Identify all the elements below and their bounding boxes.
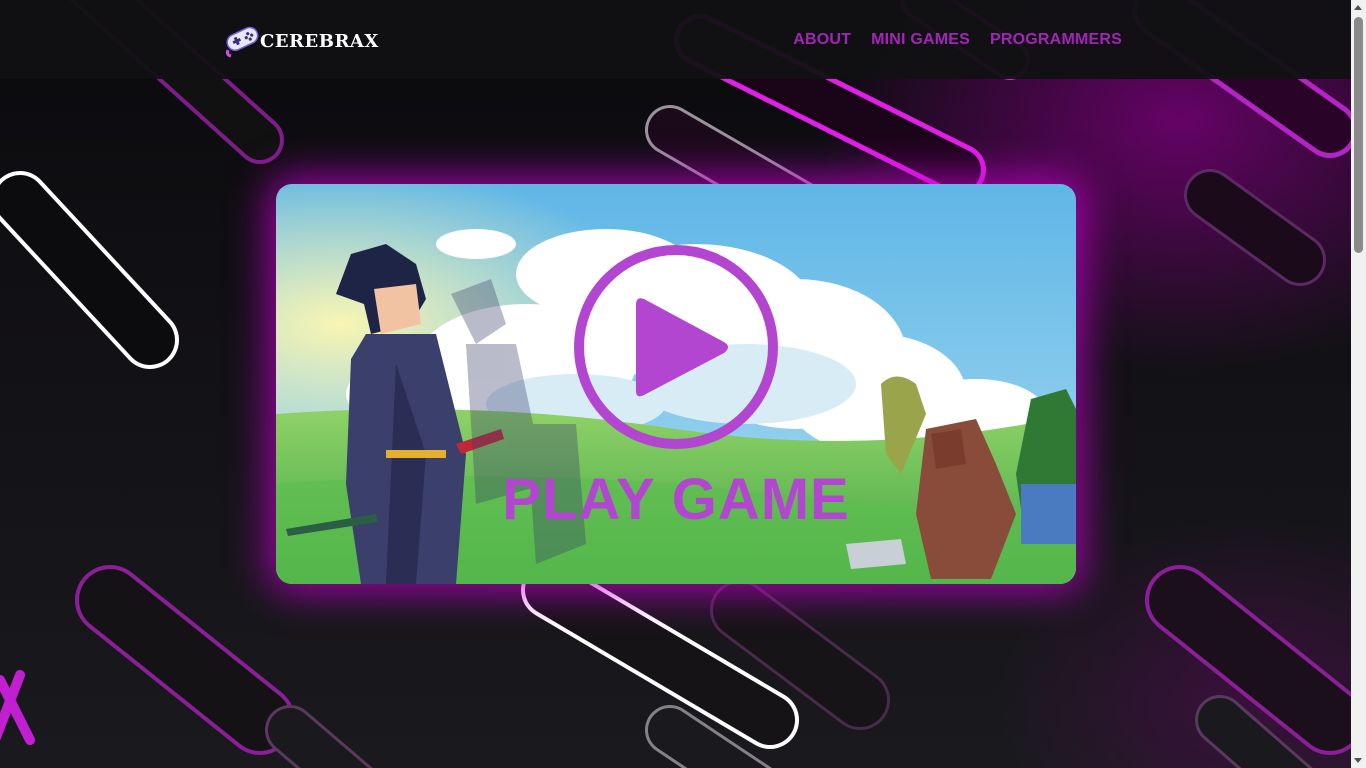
main-nav: ABOUT MINI GAMES PROGRAMMERS <box>793 31 1122 49</box>
gamepad-icon <box>225 26 259 58</box>
nav-about[interactable]: ABOUT <box>793 31 851 49</box>
top-navbar: CEREBRAX ABOUT MINI GAMES PROGRAMMERS <box>0 0 1351 79</box>
page-scrollbar[interactable] <box>1351 0 1366 768</box>
play-game-card[interactable]: PLAY GAME <box>276 184 1076 584</box>
play-game-label: PLAY GAME <box>502 467 850 532</box>
brand-name: CEREBRAX <box>260 31 379 52</box>
brand-logo[interactable]: CEREBRAX <box>222 18 379 58</box>
scroll-thumb[interactable] <box>1354 17 1363 253</box>
scroll-down-icon[interactable] <box>1354 758 1362 763</box>
scroll-up-icon[interactable] <box>1354 5 1362 10</box>
nav-programmers[interactable]: PROGRAMMERS <box>990 31 1122 49</box>
nav-mini-games[interactable]: MINI GAMES <box>871 31 970 49</box>
